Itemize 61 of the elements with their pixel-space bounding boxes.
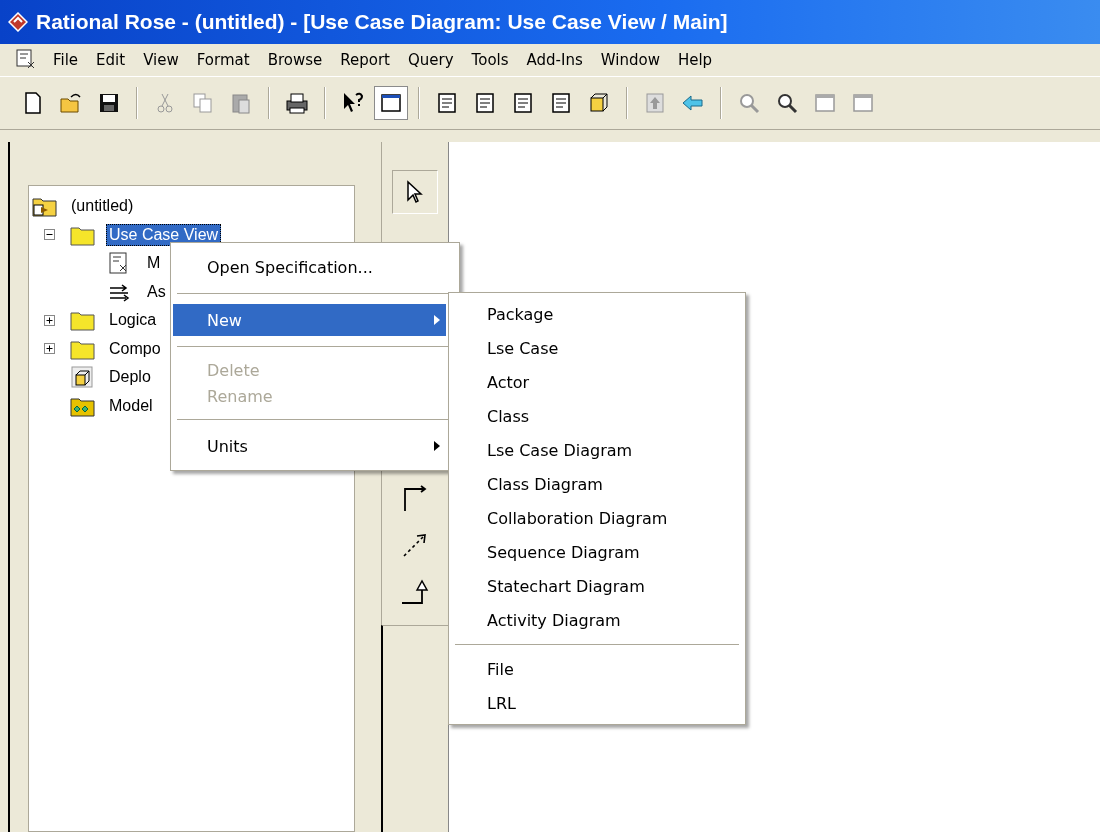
paste-icon <box>229 91 253 115</box>
menu-item[interactable]: Window <box>591 49 669 71</box>
menu-item[interactable]: LRL <box>451 686 743 720</box>
document-icon <box>643 91 667 115</box>
document-icon <box>511 91 535 115</box>
menu-item[interactable]: Collaboration Diagram <box>451 501 743 535</box>
cube-icon <box>587 91 611 115</box>
menu-item[interactable]: Help <box>668 49 722 71</box>
menu-item[interactable]: Format <box>187 49 259 71</box>
expander-icon[interactable] <box>44 229 55 241</box>
cube-icon <box>70 365 96 390</box>
menu-item[interactable]: View <box>134 49 188 71</box>
expander-icon[interactable] <box>44 314 55 326</box>
tree-item[interactable]: As <box>144 280 169 303</box>
tree-item[interactable]: Compo <box>106 337 164 360</box>
menu-item[interactable]: Open Specification... <box>173 251 446 283</box>
generalization-arrow-icon[interactable] <box>400 577 430 607</box>
window-icon <box>813 91 837 115</box>
menu-item[interactable]: Query <box>399 49 463 71</box>
zoom-out-icon <box>775 91 799 115</box>
open-folder-icon <box>59 91 83 115</box>
menu-item[interactable]: File <box>451 652 743 686</box>
menu-item[interactable]: Sequence Diagram <box>451 535 743 569</box>
help-pointer-icon <box>341 91 365 115</box>
document-icon <box>549 91 573 115</box>
menu-item[interactable]: File <box>44 49 88 71</box>
menu-item[interactable]: Edit <box>87 49 135 71</box>
menu-item[interactable]: Units <box>173 430 446 462</box>
expander-icon[interactable] <box>44 343 55 355</box>
menu-item[interactable]: Statechart Diagram <box>451 569 743 603</box>
dashed-arrow-icon[interactable] <box>401 531 429 559</box>
menu-item[interactable]: New <box>173 304 446 336</box>
tree-item[interactable]: (untitled) <box>68 195 137 218</box>
window-icon <box>851 91 875 115</box>
tree-item[interactable]: Logica <box>106 309 160 332</box>
tree-item[interactable]: Deplo <box>106 366 154 389</box>
window-title: Rational Rose - (untitled) - [Use Case Diagram: Use Case View / Main] <box>36 10 728 34</box>
zoom-in-icon <box>737 91 761 115</box>
tree-item[interactable]: Use Case View <box>106 223 222 246</box>
menu-item[interactable]: Class <box>451 399 743 433</box>
save-icon <box>97 91 121 115</box>
menu-item[interactable]: Add-Ins <box>517 49 592 71</box>
menu-item[interactable]: Activity Diagram <box>451 603 743 637</box>
diamond-icon <box>8 12 28 32</box>
menu-item[interactable]: Class Diagram <box>451 467 743 501</box>
menu-item[interactable]: Browse <box>258 49 332 71</box>
menu-item[interactable]: Actor <box>451 365 743 399</box>
printer-icon <box>285 91 309 115</box>
menu-item[interactable]: Lse Case Diagram <box>451 433 743 467</box>
menu-item[interactable]: Report <box>331 49 399 71</box>
menu-item[interactable]: Lse Case <box>451 331 743 365</box>
window-button[interactable] <box>374 86 408 120</box>
window-icon <box>379 91 403 115</box>
menu-item[interactable]: Package <box>451 297 743 331</box>
pointer-icon[interactable] <box>405 180 425 204</box>
tree-item[interactable]: M <box>144 252 164 275</box>
tree-item[interactable]: Model <box>106 394 156 417</box>
elbow-arrow-icon[interactable] <box>401 485 429 513</box>
menu-item[interactable]: Tools <box>462 49 518 71</box>
copy-icon <box>191 91 215 115</box>
document-icon <box>435 91 459 115</box>
